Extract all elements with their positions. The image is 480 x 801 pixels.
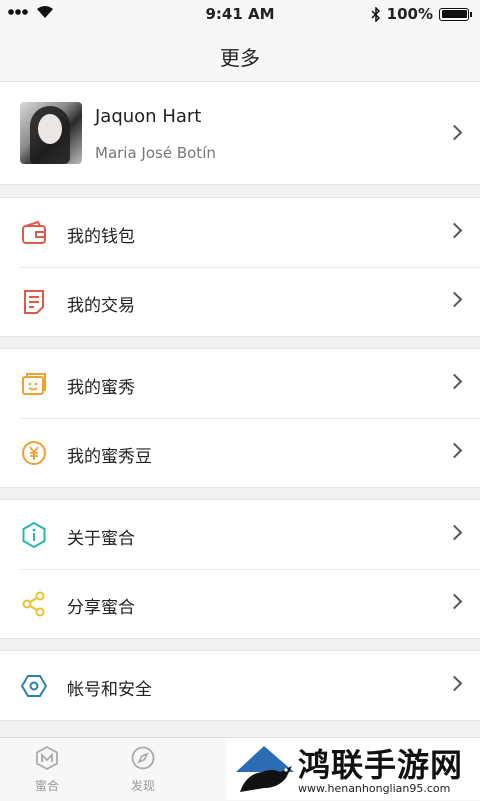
tab-label: 蜜合 (34, 779, 59, 793)
tab-discover[interactable]: 发现 (113, 746, 173, 794)
menu-group-mixiu: 我的蜜秀 我的蜜秀豆 (0, 348, 480, 488)
battery-cap (470, 11, 472, 17)
menu-item-label: 我的蜜秀豆 (67, 447, 152, 467)
menu-group-about: 关于蜜合 分享蜜合 (0, 499, 480, 639)
bluetooth-icon (371, 6, 380, 22)
status-bar: 9:41 AM 100% (0, 0, 480, 28)
yen-coin-icon (22, 441, 46, 465)
chevron-right-icon (446, 675, 463, 692)
chevron-right-icon (446, 524, 463, 541)
chevron-right-icon (446, 442, 463, 459)
menu-item-label: 关于蜜合 (67, 529, 135, 549)
menu-item-label: 分享蜜合 (67, 598, 135, 618)
menu-item-label: 我的交易 (67, 296, 135, 316)
watermark: 鸿联手游网 www.henanhonglian95.com (226, 738, 480, 800)
menu-item-transactions[interactable]: 我的交易 (0, 267, 480, 336)
menu-item-mixiu[interactable]: 我的蜜秀 (0, 349, 480, 418)
menu-group-account: 帐号和安全 (0, 650, 480, 721)
share-icon (22, 591, 45, 617)
chevron-right-icon (446, 291, 463, 308)
battery-group: 100% (371, 5, 472, 23)
menu-item-label: 帐号和安全 (67, 680, 152, 700)
document-icon (24, 290, 44, 314)
chevron-right-icon (446, 373, 463, 390)
avatar (20, 102, 82, 164)
chevron-right-icon (446, 593, 463, 610)
battery-icon (439, 7, 469, 21)
page-title: 更多 (220, 46, 260, 70)
battery-percent: 100% (386, 5, 433, 23)
profile-row[interactable]: Jaquon Hart Maria José Botín (0, 82, 480, 185)
menu-group-wallet: 我的钱包 我的交易 (0, 197, 480, 337)
menu-item-label: 我的钱包 (67, 227, 135, 247)
menu-item-label: 我的蜜秀 (67, 378, 135, 398)
avatar-face (38, 114, 62, 144)
menu-item-account-security[interactable]: 帐号和安全 (0, 651, 480, 720)
m-hexagon-icon (36, 745, 58, 771)
bird-logo-icon (236, 746, 294, 792)
menu-item-share[interactable]: 分享蜜合 (0, 569, 480, 638)
profile-name: Jaquon Hart (95, 106, 202, 127)
wallet-icon (22, 220, 46, 244)
menu-item-mixiu-beans[interactable]: 我的蜜秀豆 (0, 418, 480, 487)
info-hexagon-icon (22, 522, 46, 548)
tab-mihe[interactable]: 蜜合 (17, 745, 77, 794)
security-hexagon-icon (21, 675, 47, 697)
profile-subname: Maria José Botín (95, 144, 216, 162)
watermark-brand: 鸿联手游网 (298, 746, 464, 784)
watermark-url: www.henanhonglian95.com (298, 782, 451, 795)
menu-item-wallet[interactable]: 我的钱包 (0, 198, 480, 267)
tab-label: 发现 (130, 779, 155, 793)
navigation-bar: 更多 (0, 28, 480, 82)
menu-item-about[interactable]: 关于蜜合 (0, 500, 480, 569)
chevron-right-icon (446, 124, 463, 141)
compass-icon (131, 746, 155, 770)
chevron-right-icon (446, 222, 463, 239)
smile-card-icon (22, 373, 46, 395)
